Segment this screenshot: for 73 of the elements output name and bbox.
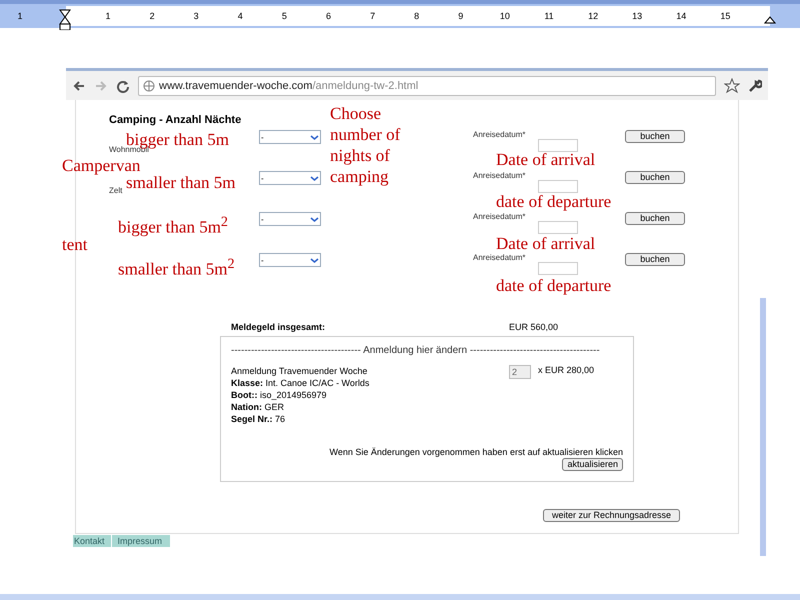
caret-icon — [310, 214, 319, 224]
ruler-number: 4 — [238, 11, 243, 21]
ruler-number: 13 — [632, 11, 642, 21]
detail-line: Nation: GER — [231, 401, 286, 413]
date-label: Anreisedatum* — [473, 212, 526, 221]
nights-dropdown[interactable]: - — [259, 253, 321, 267]
nights-dropdown[interactable]: - — [259, 171, 321, 185]
annotation-text: date of departure — [496, 277, 612, 294]
annotation-text: bigger than 5m — [126, 131, 229, 148]
book-button[interactable]: buchen — [625, 253, 685, 266]
detail-line: Segel Nr.: 76 — [231, 413, 286, 425]
date-field[interactable] — [538, 180, 578, 193]
ruler-number: 8 — [414, 11, 420, 21]
annotation-text: bigger than 5m$^{2}$ — [118, 214, 228, 236]
ruler-number: 6 — [326, 11, 331, 21]
detail-line: Boot:: iso_2014956979 — [231, 389, 328, 401]
ruler-number: 1 — [106, 11, 110, 21]
url-text: www.travemuender-woche.com/anmeldung-tw-2.html — [159, 80, 418, 92]
ruler-number: 12 — [588, 11, 598, 21]
book-button[interactable]: buchen — [625, 171, 685, 184]
date-field[interactable] — [538, 262, 578, 275]
annotation-text: date of departure — [496, 193, 612, 210]
total-label: Meldegeld insgesamt: — [231, 322, 326, 332]
nights-dropdown[interactable]: - — [259, 212, 321, 226]
ruler-number: 5 — [282, 11, 287, 21]
section-title: Camping - Anzahl Nächte — [109, 114, 242, 128]
annotation-text: Choose number of nights of camping — [330, 103, 402, 187]
date-label: Anreisedatum* — [473, 253, 526, 262]
footer-link[interactable]: Impressum — [112, 535, 168, 547]
caret-icon — [310, 256, 319, 264]
annotation-text: smaller than 5m$^{2}$ — [118, 256, 235, 278]
reload-icon[interactable] — [116, 78, 130, 92]
annotation-text: tent — [62, 236, 88, 253]
panel-legend: --------------------------------------- Anmeldung hier ändern --------------------------------------- — [231, 345, 623, 356]
ruler-number: 15 — [720, 11, 730, 21]
quantity-field[interactable]: 2 — [509, 365, 531, 379]
date-field[interactable] — [538, 221, 578, 234]
update-button[interactable]: aktualisieren — [562, 458, 623, 471]
detail-line: Klasse: Int. Canoe IC/AC - Worlds — [231, 377, 370, 389]
date-label: Anreisedatum* — [473, 130, 526, 139]
caret-icon — [310, 174, 319, 182]
date-label: Anreisedatum* — [473, 171, 526, 180]
total-value: EUR 560,00 — [509, 322, 558, 332]
book-button[interactable]: buchen — [625, 130, 685, 143]
unit-price: x EUR 280,00 — [538, 365, 594, 377]
ruler-number: 2 — [150, 11, 155, 21]
ruler-number: 7 — [370, 11, 376, 21]
ruler-number: 14 — [676, 11, 686, 21]
address-bar[interactable]: www.travemuender-woche.com/anmeldung-tw-2.html — [138, 76, 716, 96]
ruler-number: 1 — [18, 11, 22, 21]
scrollbar[interactable] — [760, 298, 766, 556]
detail-line: Anmeldung Travemuender Woche — [231, 365, 368, 377]
update-hint: Wenn Sie Änderungen vorgenommen haben erst auf aktualisieren klicken — [328, 447, 623, 457]
wrench-icon[interactable] — [748, 78, 762, 92]
ruler-number: 3 — [194, 11, 199, 21]
annotation-text: Date of arrival — [496, 151, 596, 168]
nights-dropdown[interactable]: - — [259, 130, 321, 144]
ruler-number: 11 — [544, 11, 554, 21]
annotation-text: Campervan — [62, 157, 140, 174]
caret-icon — [310, 132, 319, 142]
annotation-text: Date of arrival — [496, 235, 596, 252]
annotation-text: smaller than 5m — [126, 174, 236, 191]
ruler-number: 9 — [458, 11, 464, 21]
next-button[interactable]: weiter zur Rechnungsadresse — [543, 509, 680, 522]
right-indent-icon[interactable] — [764, 16, 776, 24]
row-label: Zelt — [109, 186, 122, 195]
ruler-number: 10 — [500, 11, 510, 21]
date-field[interactable] — [538, 139, 578, 152]
globe-icon — [143, 80, 155, 92]
back-icon[interactable] — [72, 78, 86, 92]
footer-link[interactable]: Kontakt — [73, 535, 112, 547]
book-button[interactable]: buchen — [625, 212, 685, 225]
star-icon[interactable] — [724, 78, 740, 94]
